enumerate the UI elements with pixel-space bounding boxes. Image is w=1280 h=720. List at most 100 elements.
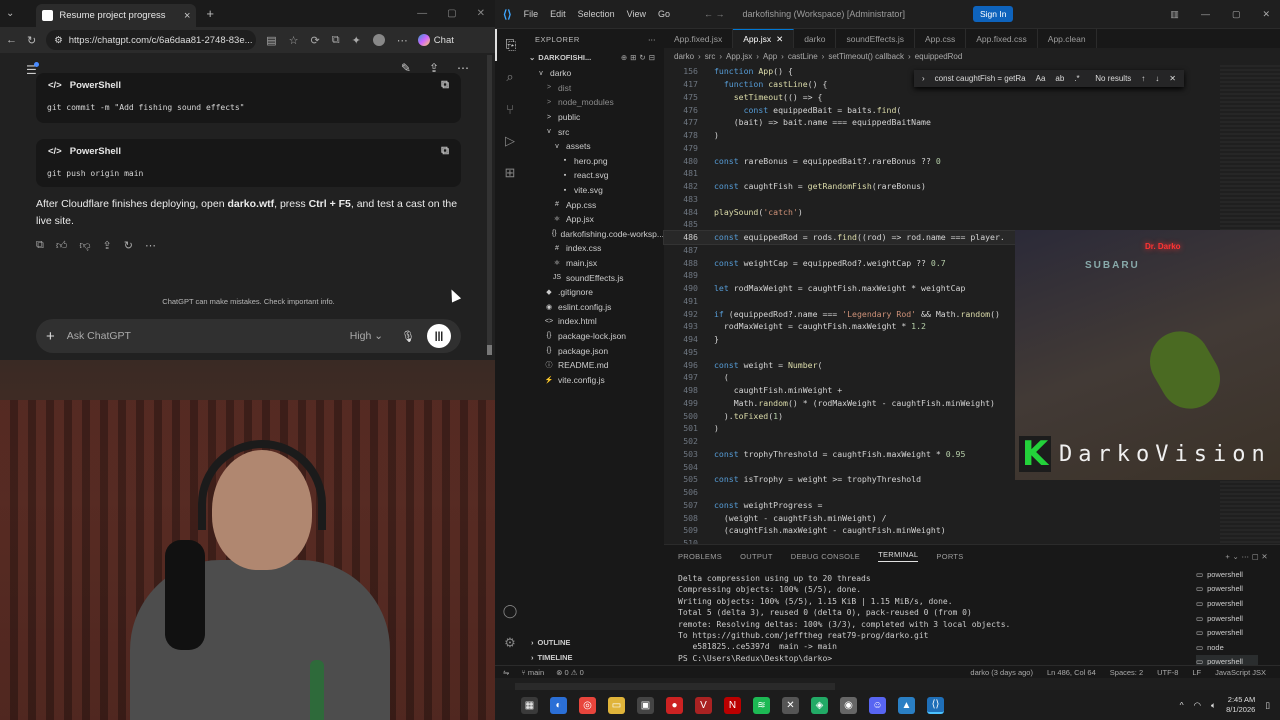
editor-tab[interactable]: App.fixed.css <box>966 29 1038 48</box>
tree-item[interactable]: ⚛ main.jsx <box>525 256 664 271</box>
editor-tab[interactable]: App.clean <box>1038 29 1097 48</box>
explorer-more-icon[interactable]: ⋯ <box>648 35 664 44</box>
tree-item[interactable]: ⚛ App.jsx <box>525 212 664 227</box>
panel-tab[interactable]: DEBUG CONSOLE <box>791 552 860 561</box>
code-line[interactable]: 475 setTimeout(() => { <box>664 91 1280 104</box>
code-line[interactable]: 482 const caughtFish = getRandomFish(rare… <box>664 180 1280 193</box>
indentation[interactable]: Spaces: 2 <box>1110 668 1143 677</box>
editor-tab[interactable]: App.css <box>915 29 967 48</box>
volume-icon[interactable]: 🔈︎ <box>1211 700 1216 711</box>
tree-item[interactable]: JS soundEffects.js <box>525 270 664 285</box>
maximize-icon[interactable]: ▢ <box>447 8 456 19</box>
xbox-icon[interactable]: ✕ <box>782 696 799 714</box>
store-icon[interactable]: ▣ <box>637 696 654 714</box>
breadcrumb-item[interactable]: src <box>705 52 716 61</box>
address-bar[interactable]: ⚙ https://chatgpt.com/c/6a6daa81-2748-83… <box>46 30 257 50</box>
tree-item[interactable]: {} darkofishing.code-worksp... <box>525 227 664 242</box>
profile-avatar[interactable] <box>372 34 385 46</box>
explorer-icon[interactable]: ⎘ <box>495 29 525 61</box>
tree-item[interactable]: <> index.html <box>525 314 664 329</box>
start-icon[interactable]: ▦ <box>521 696 538 714</box>
code-line[interactable]: 509 (caughtFish.maxWeight - caughtFish.m… <box>664 524 1280 537</box>
scrollbar-thumb[interactable] <box>487 345 492 355</box>
problems-indicator[interactable]: ⊗ 0 ⚠ 0 <box>556 668 584 677</box>
code-line[interactable]: 156 function App() { <box>664 65 1280 78</box>
site-info-icon[interactable]: ⚙ <box>54 35 63 46</box>
breadcrumb-item[interactable]: App.jsx <box>726 52 752 61</box>
panel-tab[interactable]: TERMINAL <box>878 550 919 562</box>
share-message-icon[interactable]: ⇪ <box>103 239 112 252</box>
reader-icon[interactable]: ▤ <box>266 34 276 47</box>
composer[interactable]: + Ask ChatGPT High ⌄ 🎙︎ ||| <box>36 319 461 353</box>
copy-icon[interactable]: ⧉ <box>441 79 449 92</box>
tree-item[interactable]: ◆ .gitignore <box>525 285 664 300</box>
editor-tab[interactable]: App.jsx ✕ <box>733 29 795 48</box>
tree-item[interactable]: # App.css <box>525 197 664 212</box>
menu-go[interactable]: Go <box>658 9 670 19</box>
regenerate-icon[interactable]: ↻ <box>124 239 133 252</box>
tray-chevron-icon[interactable]: ^ <box>1180 700 1184 710</box>
account-icon[interactable]: ◯ <box>495 595 525 627</box>
tree-item[interactable]: ▪ vite.svg <box>525 183 664 198</box>
nav-arrows-icon[interactable]: ← → <box>704 9 725 19</box>
panel-actions-icon[interactable]: + ⌄ ⋯ ▢ ✕ <box>1225 552 1280 561</box>
terminal-instance[interactable]: ▭ node <box>1196 640 1258 655</box>
code-line[interactable]: 483 <box>664 193 1280 206</box>
tree-item[interactable]: {} package-lock.json <box>525 329 664 344</box>
discord-icon[interactable]: ☺ <box>869 696 886 714</box>
attach-icon[interactable]: + <box>46 328 55 345</box>
code-line[interactable]: 481 <box>664 167 1280 180</box>
copy-message-icon[interactable]: ⧉ <box>36 239 44 252</box>
terminal-instance[interactable]: ▭ powershell <box>1196 611 1258 626</box>
terminal-instance[interactable]: ▭ powershell <box>1196 567 1258 582</box>
tree-item[interactable]: ⓘ README.md <box>525 358 664 373</box>
panel-tab[interactable]: PROBLEMS <box>678 552 722 561</box>
tab-actions-icon[interactable]: ⌄ <box>6 8 14 19</box>
favorite-icon[interactable]: ☆ <box>289 34 299 47</box>
copy-icon[interactable]: ⧉ <box>441 145 449 158</box>
editor-tab[interactable]: App.fixed.jsx <box>664 29 734 48</box>
code-line[interactable]: 417 function castLine() { <box>664 78 1280 91</box>
terminal-instance[interactable]: ▭ powershell <box>1196 625 1258 640</box>
code-line[interactable]: 478) <box>664 129 1280 142</box>
code-line[interactable]: 485 <box>664 218 1280 231</box>
panel-tab[interactable]: OUTPUT <box>740 552 773 561</box>
timeline-section[interactable]: › TIMELINE <box>525 650 664 665</box>
tree-item[interactable]: v src <box>525 124 664 139</box>
code-line[interactable]: 477 (bait) => bait.name === equippedBait… <box>664 116 1280 129</box>
extensions-icon[interactable]: ⊞ <box>495 157 525 189</box>
vscode-taskbar-icon[interactable]: ⟨⟩ <box>927 696 944 714</box>
clock[interactable]: 2:45 AM 8/1/2026 <box>1226 695 1255 715</box>
outline-section[interactable]: › OUTLINE <box>525 635 664 650</box>
breadcrumb-item[interactable]: App <box>763 52 777 61</box>
horizontal-scrollbar[interactable] <box>515 683 835 690</box>
remote-icon[interactable]: ⇋ <box>503 668 509 677</box>
split-icon[interactable]: ⧉ <box>332 34 340 47</box>
workspace-root[interactable]: ⌄ DARKOFISHI... ⊕⊞↻⊟ <box>525 49 664 66</box>
close-tab-icon[interactable]: × <box>184 10 190 22</box>
code-line[interactable]: 507 const weightProgress = <box>664 499 1280 512</box>
tree-item[interactable]: # index.css <box>525 241 664 256</box>
extensions-icon[interactable]: ⟳ <box>311 34 320 47</box>
editor-tab[interactable]: darko <box>794 29 837 48</box>
refresh-icon[interactable]: ↻ <box>27 34 36 47</box>
run-debug-icon[interactable]: ▷ <box>495 125 525 157</box>
code-line[interactable]: 480 const rareBonus = equippedBait?.rareB… <box>664 154 1280 167</box>
composer-input[interactable]: Ask ChatGPT <box>67 330 131 342</box>
explorer-actions[interactable]: ⊕⊞↻⊟ <box>621 53 664 62</box>
terminal-instance[interactable]: ▭ powershell <box>1196 596 1258 611</box>
git-blame[interactable]: darko (3 days ago) <box>970 668 1033 677</box>
code-line[interactable]: 506 <box>664 486 1280 499</box>
code-line[interactable]: 476 const equippedBait = baits.find( <box>664 103 1280 116</box>
tree-item[interactable]: > node_modules <box>525 95 664 110</box>
thumbs-up-icon[interactable]: 👍︎ <box>56 239 68 252</box>
record-icon[interactable]: ● <box>666 696 683 714</box>
more-icon[interactable]: ⋯ <box>397 34 408 47</box>
tree-item[interactable]: ▪ hero.png <box>525 154 664 169</box>
close-window-icon[interactable]: ✕ <box>1262 9 1270 20</box>
breadcrumb-item[interactable]: castLine <box>788 52 818 61</box>
tree-item[interactable]: ◉ eslint.config.js <box>525 300 664 315</box>
copilot-chat-button[interactable]: Chat <box>417 34 454 46</box>
menu-selection[interactable]: Selection <box>578 9 615 19</box>
terminal-instance[interactable]: ▭ powershell <box>1196 582 1258 597</box>
